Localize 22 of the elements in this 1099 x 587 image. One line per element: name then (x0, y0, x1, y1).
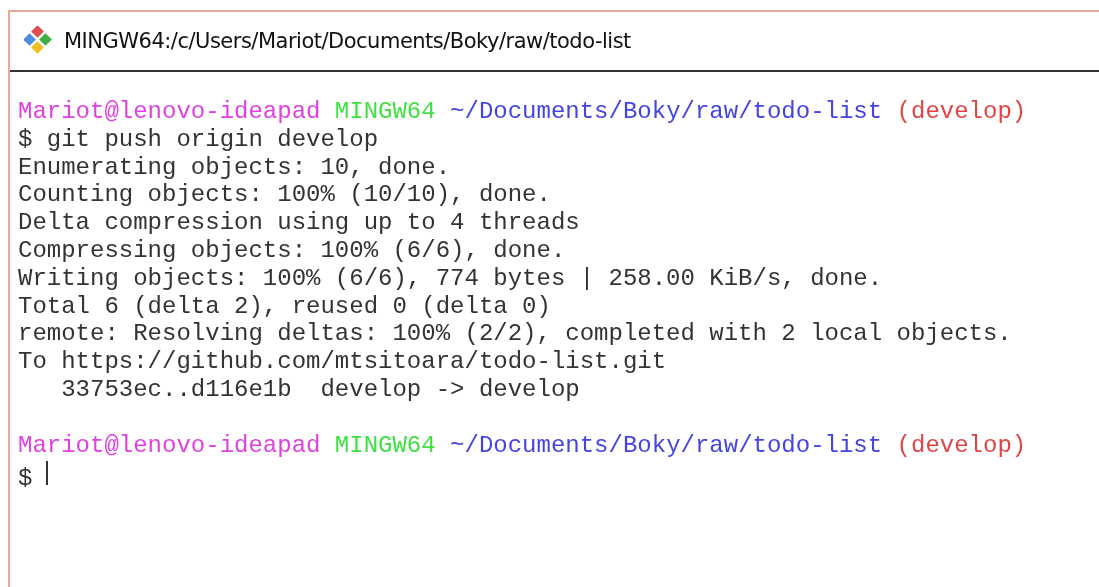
prompt-user: Mariot@lenovo-ideapad (18, 98, 321, 125)
output-line: Delta compression using up to 4 threads (18, 209, 580, 237)
output-line: Counting objects: 100% (10/10), done. (18, 181, 551, 209)
output-line: Total 6 (delta 2), reused 0 (delta 0) (18, 292, 551, 320)
output-line: Writing objects: 100% (6/6), 774 bytes | 258.00 KiB/s, done. (18, 264, 883, 292)
prompt-symbol: $ (18, 465, 33, 493)
prompt-system: MINGW64 (334, 98, 436, 125)
diamond-logo-icon (24, 26, 54, 56)
prompt-system: MINGW64 (334, 431, 436, 459)
command-line: $ git push origin develop (18, 125, 379, 153)
output-line: remote: Resolving deltas: 100% (2/2), completed with 2 local objects. (18, 320, 1012, 348)
prompt-branch: (develop) (896, 98, 1027, 125)
output-line: Compressing objects: 100% (6/6), done. (18, 237, 566, 264)
output-line: To https://github.com/mtsitoara/todo-list.git (18, 348, 667, 376)
output-line: Enumerating objects: 10, done. (18, 153, 451, 181)
prompt-path: ~/Documents/Boky/raw/todo-list (450, 431, 883, 459)
text-cursor (46, 461, 49, 486)
output-line: 33753ec..d116e1b develop -> develop (60, 375, 580, 403)
prompt-path: ~/Documents/Boky/raw/todo-list (450, 98, 883, 125)
prompt-user: Mariot@lenovo-ideapad (18, 431, 321, 459)
prompt-branch: (develop) (896, 431, 1027, 459)
window-title: MINGW64:/c/Users/Mariot/Documents/Boky/raw/todo-list (64, 29, 631, 53)
